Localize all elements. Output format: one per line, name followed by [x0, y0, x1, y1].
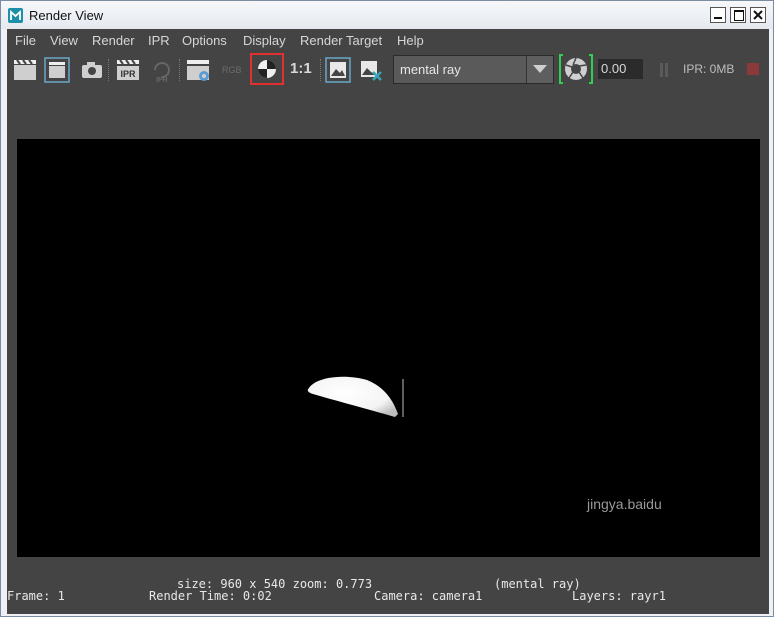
close-icon — [753, 10, 763, 20]
rgb-channel-icon[interactable]: RGB — [222, 65, 242, 75]
real-size-button[interactable]: 1:1 — [290, 60, 312, 77]
renderer-dropdown[interactable]: mental ray — [393, 55, 554, 84]
checker-display-icon — [258, 60, 276, 78]
renderer-value: mental ray — [400, 62, 461, 77]
chevron-down-icon — [533, 65, 547, 73]
menu-render[interactable]: Render — [92, 33, 135, 48]
rendered-object — [307, 376, 404, 417]
menu-ipr[interactable]: IPR — [148, 33, 170, 48]
maya-app-icon — [8, 8, 23, 23]
frame-label: Frame: 1 — [7, 589, 65, 603]
toolbar-separator — [179, 59, 182, 81]
dropdown-arrow[interactable] — [526, 56, 553, 83]
maya-panel: File View Render IPR Options Display Ren… — [7, 29, 769, 614]
render-time-label: Render Time: 0:02 — [149, 589, 272, 603]
title-bar: Render View — [1, 1, 773, 29]
watermark: jingya.baidu — [587, 496, 662, 512]
window-title: Render View — [29, 8, 104, 23]
refresh-ipr-icon[interactable]: IPR — [149, 57, 175, 83]
ipr-render-icon[interactable]: IPR — [115, 57, 141, 83]
exposure-control[interactable] — [559, 53, 593, 85]
render-viewport[interactable]: size: 960 x 540 zoom: 0.773 (mental ray)… — [7, 87, 769, 614]
menu-options[interactable]: Options — [182, 33, 227, 48]
menu-render-target[interactable]: Render Target — [300, 33, 382, 48]
toolbar-separator — [108, 59, 111, 81]
layers-label: Layers: rayr1 — [572, 589, 666, 603]
stop-render-icon[interactable] — [747, 63, 759, 75]
aperture-icon — [559, 54, 593, 84]
minimize-icon — [714, 17, 722, 19]
toolbar-separator — [320, 59, 323, 81]
snapshot-camera-icon[interactable] — [79, 57, 105, 83]
maximize-button[interactable] — [730, 7, 746, 23]
renderer-status-label: (mental ray) — [494, 577, 581, 591]
minimize-button[interactable] — [710, 7, 726, 23]
menu-bar: File View Render IPR Options Display Ren… — [7, 29, 769, 53]
menu-display[interactable]: Display — [243, 33, 286, 48]
menu-file[interactable]: File — [15, 33, 36, 48]
render-frame-icon[interactable] — [12, 57, 38, 83]
display-mode-button[interactable] — [250, 53, 284, 85]
keep-image-icon[interactable] — [325, 57, 351, 83]
exposure-field[interactable]: 0.00 — [598, 59, 643, 79]
rendered-image — [17, 139, 760, 557]
maximize-icon — [734, 10, 744, 21]
pause-ipr-icon[interactable] — [660, 63, 668, 77]
close-button[interactable] — [750, 7, 766, 23]
ipr-render-label: IPR — [120, 69, 136, 79]
render-view-window: Render View File View Render IPR Options… — [0, 0, 774, 617]
menu-help[interactable]: Help — [397, 33, 424, 48]
toolbar: IPR IPR RGB 1:1 mental ray 0.00 IPR: 0MB — [7, 53, 769, 87]
refresh-ipr-label: IPR — [156, 77, 168, 83]
render-region-icon[interactable] — [44, 57, 70, 83]
ipr-memory-label: IPR: 0MB — [683, 62, 735, 76]
menu-view[interactable]: View — [50, 33, 78, 48]
camera-label: Camera: camera1 — [374, 589, 483, 603]
render-settings-icon[interactable] — [185, 57, 211, 83]
remove-image-icon[interactable] — [358, 57, 384, 83]
